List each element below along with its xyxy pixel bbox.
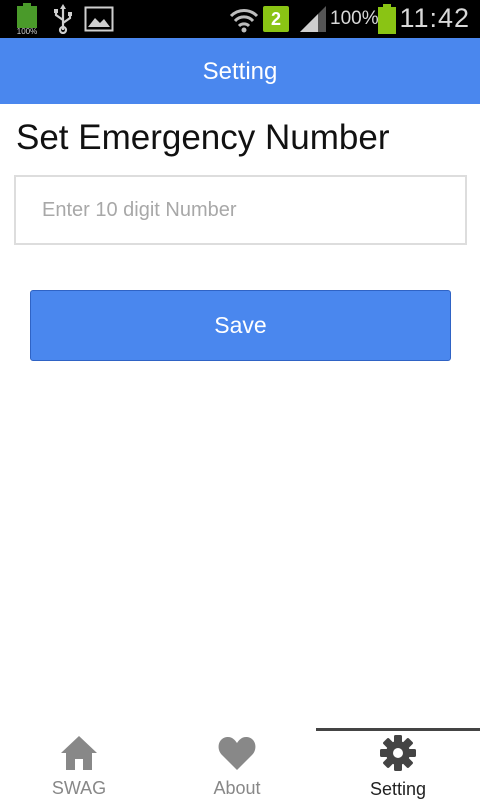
heart-icon	[218, 736, 256, 770]
image-icon	[84, 6, 114, 32]
tab-about[interactable]: About	[158, 728, 316, 800]
battery-percent: 100%	[330, 8, 379, 29]
emergency-number-input[interactable]	[14, 175, 467, 245]
clock: 11:42	[399, 3, 470, 33]
usb-icon	[54, 4, 72, 34]
tab-label: Setting	[369, 779, 427, 799]
page-title: Setting	[202, 58, 278, 85]
bottom-tab-bar: SWAG About Setting	[0, 728, 480, 800]
app-bar: Setting	[0, 38, 480, 104]
gear-icon	[380, 735, 416, 771]
battery-small-label: 100%	[17, 27, 37, 35]
home-icon	[61, 736, 97, 770]
section-heading: Set Emergency Number	[16, 118, 390, 157]
tab-swag[interactable]: SWAG	[0, 728, 158, 800]
tab-label: About	[213, 778, 261, 798]
tab-label: SWAG	[51, 778, 107, 798]
battery-icon: 100%	[17, 3, 37, 35]
save-button[interactable]: Save	[30, 290, 451, 361]
tab-setting[interactable]: Setting	[316, 728, 480, 800]
sim-icon: 2	[263, 6, 289, 32]
battery-icon	[378, 4, 396, 34]
signal-icon	[300, 6, 326, 32]
status-bar: 100% 2 100% 11:42	[0, 0, 480, 38]
wifi-icon	[229, 9, 259, 33]
